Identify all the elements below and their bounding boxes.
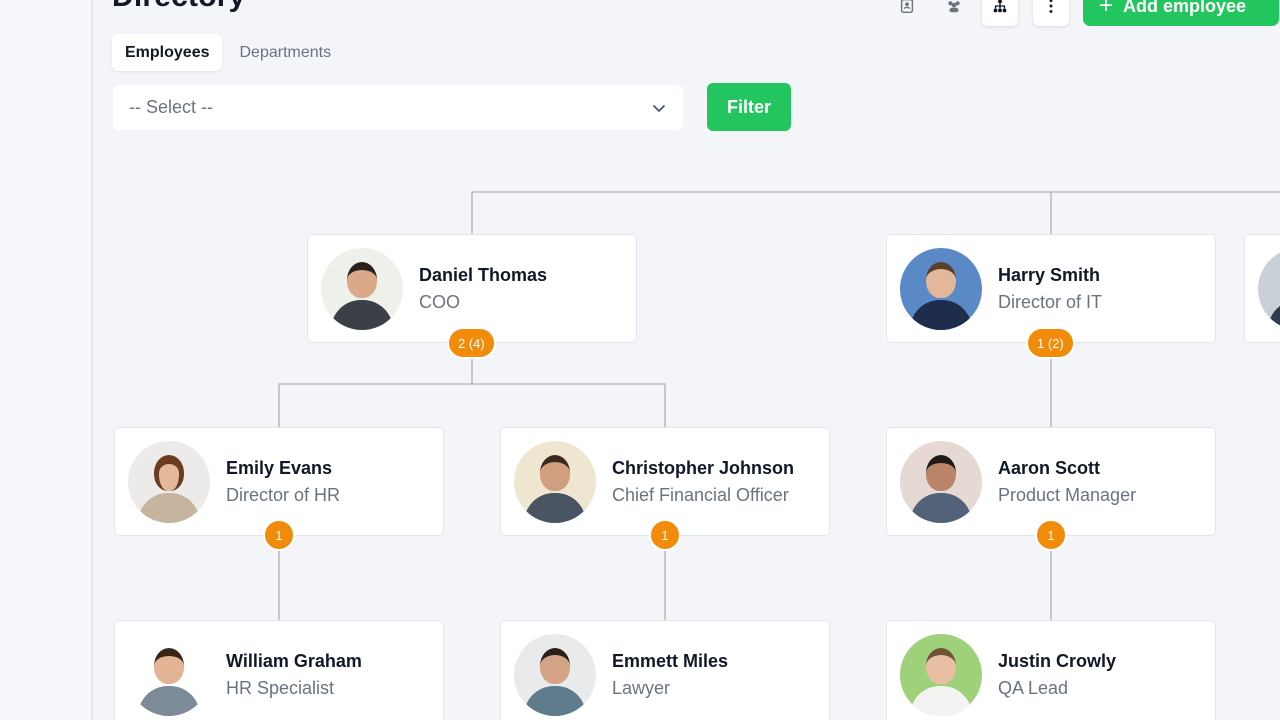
- employee-name: Harry Smith: [998, 264, 1101, 285]
- subordinate-count-badge[interactable]: 1 (2): [1026, 327, 1075, 359]
- tab-departments[interactable]: Departments: [226, 34, 344, 71]
- employee-role: COO: [419, 291, 461, 312]
- sidebar: [0, 0, 93, 720]
- subordinate-count-badge[interactable]: 1: [1035, 519, 1067, 551]
- avatar: [1258, 247, 1280, 330]
- employee-role: Lawyer: [612, 677, 671, 698]
- employee-role: Product Manager: [998, 484, 1137, 505]
- employee-card[interactable]: Justin Crowly QA Lead: [886, 620, 1216, 720]
- avatar: [900, 440, 982, 523]
- employee-name: William Graham: [226, 650, 362, 671]
- employee-role: HR Specialist: [226, 677, 335, 698]
- team-icon[interactable]: [936, 0, 972, 26]
- filter-button[interactable]: Filter: [707, 83, 791, 131]
- employee-role: Director of HR: [226, 484, 341, 505]
- chevron-down-icon: [653, 104, 665, 112]
- tab-employees[interactable]: Employees: [112, 34, 223, 71]
- employee-name: Christopher Johnson: [612, 457, 795, 478]
- avatar: [128, 440, 210, 523]
- page-title: Directory: [112, 0, 246, 14]
- avatar: [514, 440, 596, 523]
- employee-role: Chief Financial Officer: [612, 484, 789, 505]
- employee-card-partial[interactable]: [1244, 234, 1280, 343]
- more-vertical-icon[interactable]: [1033, 0, 1069, 26]
- avatar: [900, 247, 982, 330]
- subordinate-count-badge[interactable]: 1: [263, 519, 295, 551]
- employee-role: QA Lead: [998, 677, 1069, 698]
- employee-role: Director of IT: [998, 291, 1103, 312]
- subordinate-count-badge[interactable]: 2 (4): [447, 327, 496, 359]
- employee-name: Justin Crowly: [998, 650, 1117, 671]
- contacts-icon[interactable]: [889, 0, 925, 26]
- avatar: [321, 247, 403, 330]
- avatar: [514, 633, 596, 716]
- add-employee-button[interactable]: + Add employee: [1083, 0, 1279, 26]
- subordinate-count-badge[interactable]: 1: [649, 519, 681, 551]
- employee-card[interactable]: William Graham HR Specialist: [114, 620, 444, 720]
- org-chart-icon[interactable]: [982, 0, 1018, 26]
- employee-card[interactable]: Emmett Miles Lawyer: [500, 620, 830, 720]
- employee-name: Emily Evans: [226, 457, 333, 478]
- select-value: -- Select --: [129, 97, 214, 117]
- avatar: [900, 633, 982, 716]
- employee-name: Emmett Miles: [612, 650, 729, 671]
- employee-name: Daniel Thomas: [419, 264, 548, 285]
- plus-icon: +: [1099, 0, 1114, 19]
- department-select[interactable]: -- Select --: [113, 85, 683, 130]
- employee-name: Aaron Scott: [998, 457, 1101, 478]
- view-tabs: Employees Departments: [112, 34, 344, 71]
- avatar: [128, 633, 210, 716]
